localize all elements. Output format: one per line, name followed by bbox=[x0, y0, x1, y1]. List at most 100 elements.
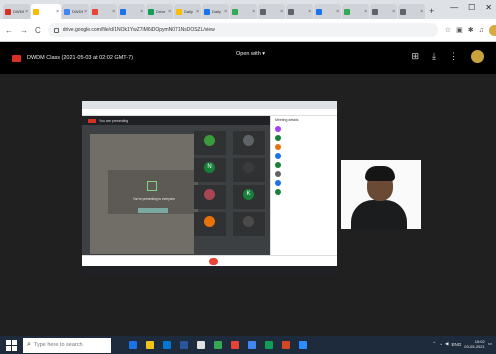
mail-icon[interactable] bbox=[197, 341, 205, 349]
video-file-icon bbox=[12, 54, 21, 62]
participant-tile bbox=[194, 185, 226, 209]
tab-close-icon[interactable]: × bbox=[420, 9, 423, 15]
chrome-icon[interactable] bbox=[231, 341, 239, 349]
tab-close-icon[interactable]: × bbox=[392, 9, 395, 15]
clock[interactable]: 15:02 03-05-2021 bbox=[464, 339, 484, 349]
video-stage[interactable]: You are presenting You're presenting to … bbox=[0, 74, 496, 336]
minimize-button[interactable]: — bbox=[450, 3, 458, 12]
browser-tab[interactable]: × bbox=[118, 4, 145, 19]
side-panel-title: Meeting details bbox=[275, 118, 299, 122]
participant-avatar bbox=[243, 135, 254, 146]
forward-button[interactable]: → bbox=[20, 26, 28, 35]
browser-tab[interactable]: Drive × bbox=[146, 4, 173, 19]
tab-close-icon[interactable]: × bbox=[140, 9, 143, 15]
taskbar-search[interactable]: ⌕ bbox=[23, 337, 111, 353]
file-explorer-icon[interactable] bbox=[146, 341, 154, 349]
extension-icon[interactable]: ▣ bbox=[456, 26, 463, 34]
tab-close-icon[interactable]: × bbox=[224, 9, 227, 15]
tab-favicon-icon bbox=[232, 8, 238, 15]
open-with-button[interactable]: Open with ▾ bbox=[236, 51, 265, 57]
tab-close-icon[interactable]: × bbox=[308, 9, 311, 15]
participant-tile: K bbox=[233, 185, 265, 209]
taskbar-search-input[interactable] bbox=[33, 342, 104, 348]
tab-close-icon[interactable]: × bbox=[84, 9, 87, 15]
side-avatar bbox=[275, 125, 281, 132]
app-icon[interactable] bbox=[214, 341, 222, 349]
store-icon[interactable] bbox=[180, 341, 188, 349]
tab-favicon-icon bbox=[64, 8, 70, 15]
notification-icon[interactable]: ▭ bbox=[488, 341, 492, 347]
tab-close-icon[interactable]: × bbox=[196, 9, 199, 15]
tab-favicon-icon bbox=[372, 8, 378, 15]
browser-tab[interactable]: × bbox=[258, 4, 285, 19]
url-field[interactable]: drive.google.com/file/d/1NOk1YwZ7iM6iDOp… bbox=[47, 23, 438, 37]
tab-close-icon[interactable]: × bbox=[168, 9, 171, 15]
close-window-button[interactable]: ✕ bbox=[485, 3, 492, 12]
meet-icon[interactable] bbox=[299, 341, 307, 349]
browser-tab[interactable]: Daily × bbox=[202, 4, 229, 19]
tab-close-icon[interactable]: × bbox=[336, 9, 339, 15]
tab-label: DWDM bbox=[72, 9, 83, 14]
language-indicator[interactable]: ENG bbox=[452, 342, 462, 347]
presenting-label: You are presenting bbox=[99, 118, 129, 123]
tab-close-icon[interactable]: × bbox=[280, 9, 283, 15]
star-icon[interactable]: ☆ bbox=[445, 26, 451, 34]
side-avatar bbox=[275, 161, 281, 168]
word-icon[interactable] bbox=[248, 341, 256, 349]
add-to-drive-icon[interactable]: ⊞ bbox=[411, 51, 419, 62]
side-panel-list bbox=[271, 124, 337, 196]
presenting-card-text: You're presenting to everyone bbox=[132, 197, 176, 201]
side-panel-row bbox=[271, 160, 337, 169]
side-panel-row bbox=[271, 169, 337, 178]
browser-tab[interactable]: × bbox=[286, 4, 313, 19]
browser-tab[interactable]: × bbox=[370, 4, 397, 19]
browser-tab[interactable]: × bbox=[314, 4, 341, 19]
tab-label: Daily bbox=[212, 9, 221, 14]
back-button[interactable]: ← bbox=[5, 26, 13, 35]
excel-icon[interactable] bbox=[265, 341, 273, 349]
tab-close-icon[interactable]: × bbox=[252, 9, 255, 15]
browser-tab[interactable]: Daily × bbox=[174, 4, 201, 19]
tab-close-icon[interactable]: × bbox=[364, 9, 367, 15]
profile-avatar[interactable] bbox=[488, 24, 496, 36]
wifi-icon[interactable]: ◔ bbox=[439, 342, 442, 347]
browser-tab[interactable]: × bbox=[342, 4, 369, 19]
participant-avatar bbox=[243, 162, 254, 173]
recorded-meet-header: You are presenting bbox=[82, 116, 270, 125]
side-avatar bbox=[275, 134, 281, 141]
tab-close-icon[interactable]: × bbox=[25, 9, 28, 15]
participant-tile bbox=[233, 212, 265, 236]
puzzle-icon[interactable]: ✱ bbox=[468, 26, 474, 34]
powerpoint-icon[interactable] bbox=[282, 341, 290, 349]
participant-tile bbox=[233, 158, 265, 182]
download-icon[interactable]: ⤓ bbox=[432, 51, 436, 62]
tab-label: Daily bbox=[184, 9, 193, 14]
recorded-side-panel: Meeting details bbox=[270, 116, 337, 255]
taskbar-pinned-apps bbox=[129, 341, 307, 349]
more-options-icon[interactable]: ⋮ bbox=[449, 51, 458, 62]
browser-tab[interactable]: DWDM× bbox=[3, 4, 30, 19]
tab-label: DWDM bbox=[13, 9, 24, 14]
windows-start-icon[interactable] bbox=[6, 339, 17, 351]
maximize-button[interactable]: ☐ bbox=[468, 3, 475, 12]
tab-close-icon[interactable]: × bbox=[56, 9, 59, 15]
browser-tab[interactable]: × bbox=[230, 4, 257, 19]
task-view-icon[interactable] bbox=[129, 341, 137, 349]
drive-profile-avatar[interactable] bbox=[471, 50, 484, 63]
edge-icon[interactable] bbox=[163, 341, 171, 349]
browser-tab[interactable]: DWDM× bbox=[62, 4, 89, 19]
side-avatar bbox=[275, 170, 281, 177]
presenting-card: You're presenting to everyone bbox=[108, 170, 198, 214]
browser-tab[interactable]: × bbox=[31, 4, 61, 19]
recorded-screen[interactable]: You are presenting You're presenting to … bbox=[82, 101, 337, 275]
browser-tab[interactable]: × bbox=[90, 4, 117, 19]
side-panel-row bbox=[271, 178, 337, 187]
tab-close-icon[interactable]: × bbox=[112, 9, 115, 15]
side-avatar bbox=[275, 188, 281, 195]
volume-icon[interactable]: ◀ bbox=[445, 341, 448, 347]
tray-chevron-icon[interactable]: ⌃ bbox=[433, 341, 437, 347]
reload-button[interactable]: C bbox=[35, 26, 41, 35]
media-icon[interactable]: ♫ bbox=[479, 27, 484, 34]
browser-tab[interactable]: × bbox=[398, 4, 425, 19]
new-tab-button[interactable]: + bbox=[429, 4, 434, 19]
